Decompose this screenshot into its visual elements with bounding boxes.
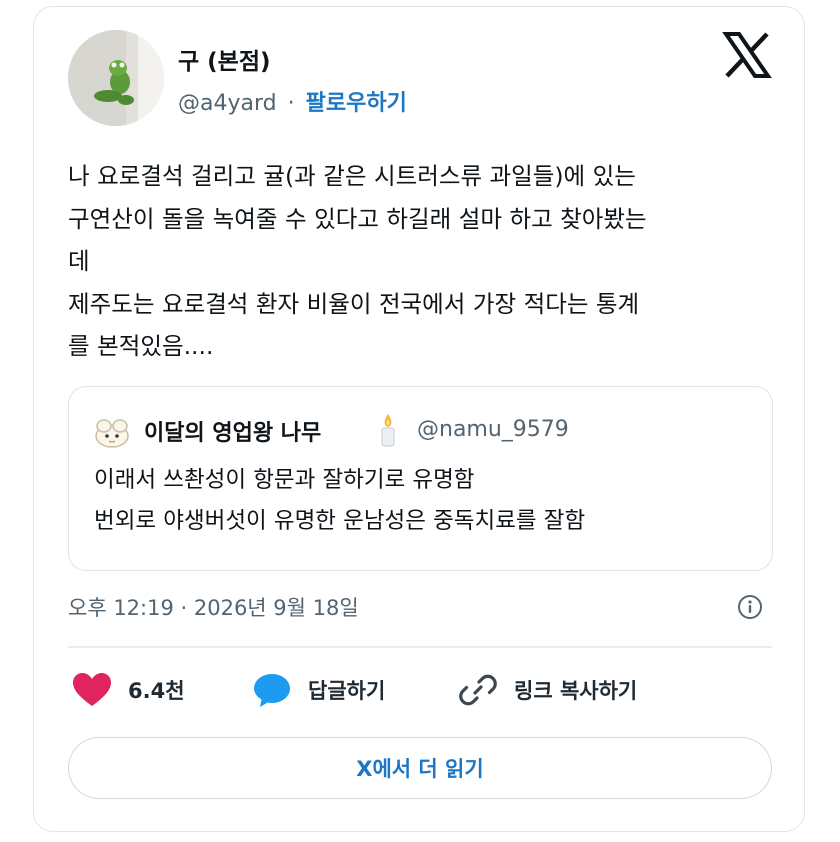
author-name[interactable]: 구 (본점) — [178, 42, 271, 76]
quoted-tweet-line: 번외로 야생버섯이 유명한 운남성은 중독치료를 잘함 — [94, 508, 586, 534]
quoted-tweet-line: 이래서 쓰촨성이 항문과 잘하기로 유명함 — [94, 467, 475, 493]
separator-dot: · — [287, 91, 295, 116]
reply-button[interactable]: 답글하기 — [252, 670, 385, 710]
quoted-tweet[interactable]: 이달의 영업왕 나무 @namu_9579 이래서 쓰촨성이 항문과 잘하기로 … — [68, 386, 773, 571]
quoted-author-handle[interactable]: @namu_9579 — [417, 417, 569, 442]
info-icon[interactable] — [737, 594, 763, 620]
follow-link[interactable]: 팔로우하기 — [306, 91, 407, 116]
author-handle-row: @a4yard · 팔로우하기 — [178, 85, 407, 117]
quoted-author-avatar[interactable] — [92, 414, 132, 450]
tweet-line: 나 요로결석 걸리고 귤(과 같은 시트러스류 과일들)에 있는 — [68, 162, 636, 190]
like-button[interactable]: 6.4천 — [72, 670, 185, 710]
copy-link-label: 링크 복사하기 — [514, 679, 638, 703]
tweet-line: 를 본적있음.... — [68, 332, 214, 360]
quoted-tweet-text: 이래서 쓰촨성이 항문과 잘하기로 유명함 번외로 야생버섯이 유명한 운남성은… — [94, 460, 585, 542]
tweet-text: 나 요로결석 걸리고 귤(과 같은 시트러스류 과일들)에 있는 구연산이 돌을… — [68, 155, 788, 368]
reply-label: 답글하기 — [308, 679, 386, 703]
quoted-author-name[interactable]: 이달의 영업왕 나무 — [144, 415, 321, 447]
author-avatar[interactable] — [68, 30, 164, 126]
copy-link-button[interactable]: 링크 복사하기 — [458, 670, 637, 710]
candle-emoji-icon — [377, 412, 399, 448]
x-logo-icon[interactable] — [722, 30, 772, 80]
reply-bubble-icon — [254, 674, 290, 707]
like-count: 6.4천 — [128, 679, 185, 703]
tweet-line: 제주도는 요로결석 환자 비율이 전국에서 가장 적다는 통계 — [68, 289, 640, 318]
tweet-line: 데 — [68, 247, 90, 275]
tweet-line: 구연산이 돌을 녹여줄 수 있다고 하길래 설마 하고 찾아봤는 — [68, 204, 647, 233]
link-icon — [459, 674, 497, 706]
divider — [68, 646, 772, 648]
read-more-label: X에서 더 읽기 — [356, 757, 484, 781]
read-more-button[interactable]: X에서 더 읽기 — [68, 737, 772, 799]
author-handle[interactable]: @a4yard — [178, 91, 277, 116]
heart-icon — [73, 673, 111, 706]
tweet-timestamp[interactable]: 오후 12:19 · 2026년 9월 18일 — [68, 592, 359, 622]
